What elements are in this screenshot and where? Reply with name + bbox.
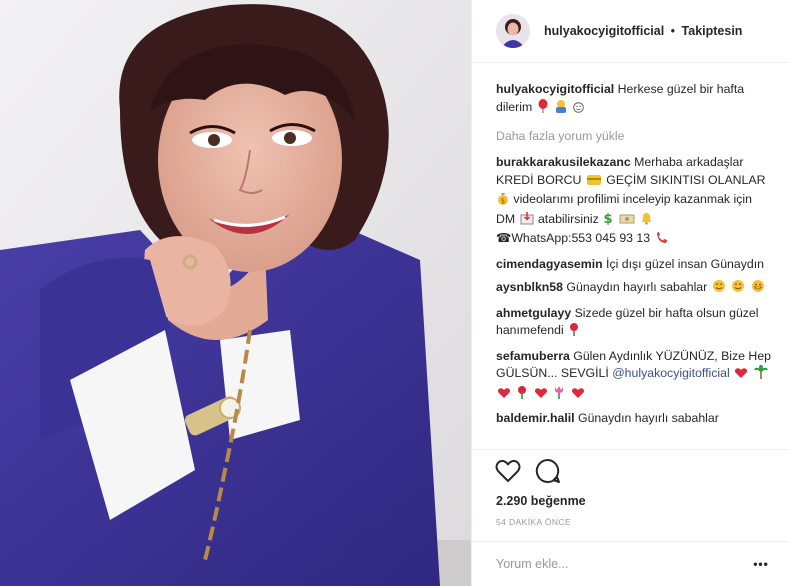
comment-item: aysnblkn58 Günaydın hayırlı sabahlar [496,279,771,299]
post-timestamp[interactable]: 54 DAKİKA ÖNCE [472,508,789,527]
comment-text: İçi dışı güzel insan Günaydın [606,256,764,271]
rose-emoji-icon [516,385,528,405]
dollar-sign-emoji-icon: $ [603,211,613,231]
action-bar [472,449,789,486]
follow-status-button[interactable]: Takiptesin [682,24,743,38]
add-comment-bar: ••• [472,541,789,586]
comment-text: Günaydın hayırlı sabahlar [566,280,708,294]
bell-emoji-icon [640,211,653,231]
heart-emoji-icon [571,387,585,405]
comments-list[interactable]: hulyakocyigitofficial Herkese güzel bir … [472,63,789,449]
header-separator: • [670,24,676,38]
credit-card-emoji-icon [586,174,602,192]
comment-item: ahmetgulayy Sizede güzel bir hafta olsun… [496,305,771,342]
comment-item: sefamuberra Gülen Aydınlık YÜZÜNÜZ, Bize… [496,348,771,405]
comment-username[interactable]: sefamuberra [496,349,570,363]
heart-emoji-icon [734,367,748,385]
rose-emoji-icon [568,322,580,342]
comment-item: baldemir.halil Günaydın hayırlı sabahlar [496,410,771,428]
grinning-face-emoji-icon [751,279,765,299]
caption: hulyakocyigitofficial Herkese güzel bir … [496,81,771,118]
heart-emoji-icon [534,387,548,405]
comment-text: ☎WhatsApp:553 045 93 13 [496,231,651,245]
comment-text: atabilirsiniz [537,211,599,226]
balloon-emoji-icon [537,98,549,119]
instagram-post: hulyakocyigitofficial • Takiptesin hulya… [0,0,789,586]
heart-icon [495,459,521,482]
author-username[interactable]: hulyakocyigitofficial [544,24,664,38]
comment-username[interactable]: burakkarakusilekazanc [496,155,631,169]
comment-item: burakkarakusilekazanc Merhaba arkadaşlar… [496,154,771,250]
likes-count[interactable]: 2.290 beğenme [472,486,789,508]
heart-emoji-icon [497,387,511,405]
inbox-emoji-icon [520,211,534,231]
like-button[interactable] [492,457,524,485]
comment-username[interactable]: aysnblkn58 [496,280,563,294]
comment-text: Günaydın hayırlı sabahlar [578,411,719,425]
load-more-comments-link[interactable]: Daha fazla yorum yükle [496,129,771,143]
comment-username[interactable]: ahmetgulayy [496,306,571,320]
comment-text: GEÇİM SIKINTISI OLANLAR [606,172,766,187]
comment-bubble-icon [535,458,560,483]
svg-text:$: $ [501,197,505,205]
more-options-icon[interactable]: ••• [751,554,771,574]
caption-username[interactable]: hulyakocyigitofficial [496,82,614,96]
money-bag-emoji-icon: $ [497,191,509,211]
palm-tree-emoji-icon [753,364,768,385]
post-header: hulyakocyigitofficial • Takiptesin [472,0,789,63]
smiling-face-emoji-icon [731,279,745,299]
comment-username[interactable]: cimendagyasemin [496,257,603,271]
comment-mention-link[interactable]: @hulyakocyigitofficial [612,366,730,380]
svg-text:$: $ [604,212,613,225]
comment-item: cimendagyasemin İçi dışı güzel insan Gün… [496,256,771,274]
comment-button[interactable] [532,457,564,485]
post-photo[interactable] [0,0,471,586]
comment-input[interactable] [496,557,751,571]
smiling-face-emoji-icon [712,279,726,299]
smile-emoji-icon [573,101,585,119]
person-bowing-emoji-icon [554,99,568,119]
tulip-emoji-icon [553,385,565,405]
comment-username[interactable]: baldemir.halil [496,411,575,425]
post-side-panel: hulyakocyigitofficial • Takiptesin hulya… [471,0,789,586]
telephone-receiver-emoji-icon [655,231,668,250]
header-text: hulyakocyigitofficial • Takiptesin [544,24,742,38]
banknote-emoji-icon [619,213,635,231]
author-avatar[interactable] [496,14,530,48]
